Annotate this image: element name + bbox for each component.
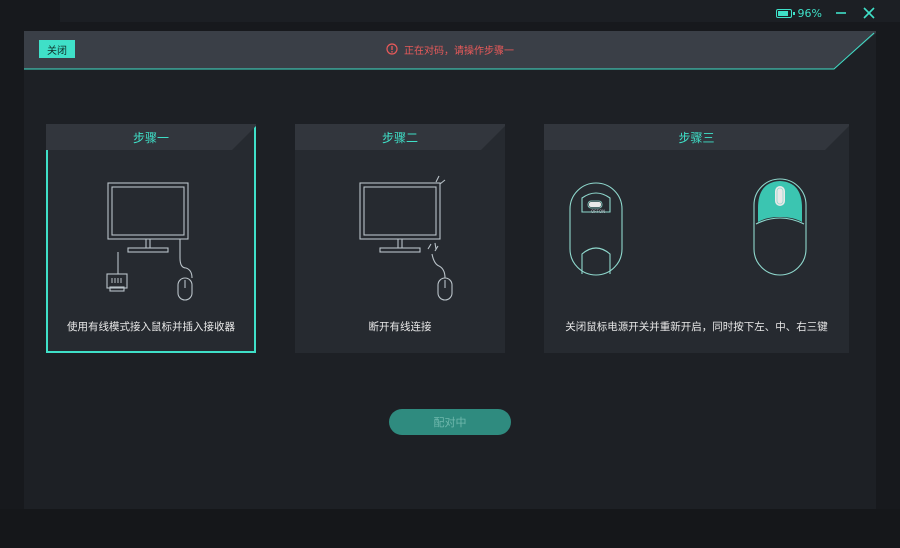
window-bottom-strip	[0, 509, 900, 548]
window-top-strip	[60, 0, 900, 22]
pairing-button[interactable]: 配对中	[389, 409, 511, 435]
step-2-desc: 断开有线连接	[368, 321, 432, 333]
step-card-2: 步骤二 断开有线连接	[295, 124, 505, 353]
step-card-3: 步骤三 OFF ON 关闭鼠标电源开关并重新开启，同时按下左、中、右三键	[544, 124, 849, 353]
step-3-desc: 关闭鼠标电源开关并重新开启，同时按下左、中、右三键	[565, 321, 828, 333]
minimize-icon	[836, 12, 846, 14]
battery-icon	[775, 8, 795, 18]
switch-on-label: ON	[599, 209, 605, 214]
pairing-panel: 关闭 正在对码，请操作步骤一 步骤一 使用有线模式接入鼠标并插入接收器 步骤二 …	[24, 31, 876, 509]
battery-percent-text: 96%	[797, 6, 822, 20]
warning-icon	[386, 43, 398, 55]
pairing-status: 正在对码，请操作步骤一	[24, 40, 876, 58]
close-icon	[863, 7, 875, 19]
battery-level-fill	[777, 10, 789, 16]
battery-indicator: 96%	[775, 6, 822, 20]
step-card-1: 步骤一 使用有线模式接入鼠标并插入接收器	[46, 124, 256, 353]
mouse-buttons-highlight	[758, 181, 802, 222]
close-window-button[interactable]	[860, 4, 878, 22]
status-text: 正在对码，请操作步骤一	[404, 45, 514, 57]
step-1-desc: 使用有线模式接入鼠标并插入接收器	[67, 321, 235, 333]
title-bar-controls: 96%	[775, 4, 878, 22]
minimize-button[interactable]	[832, 4, 850, 22]
